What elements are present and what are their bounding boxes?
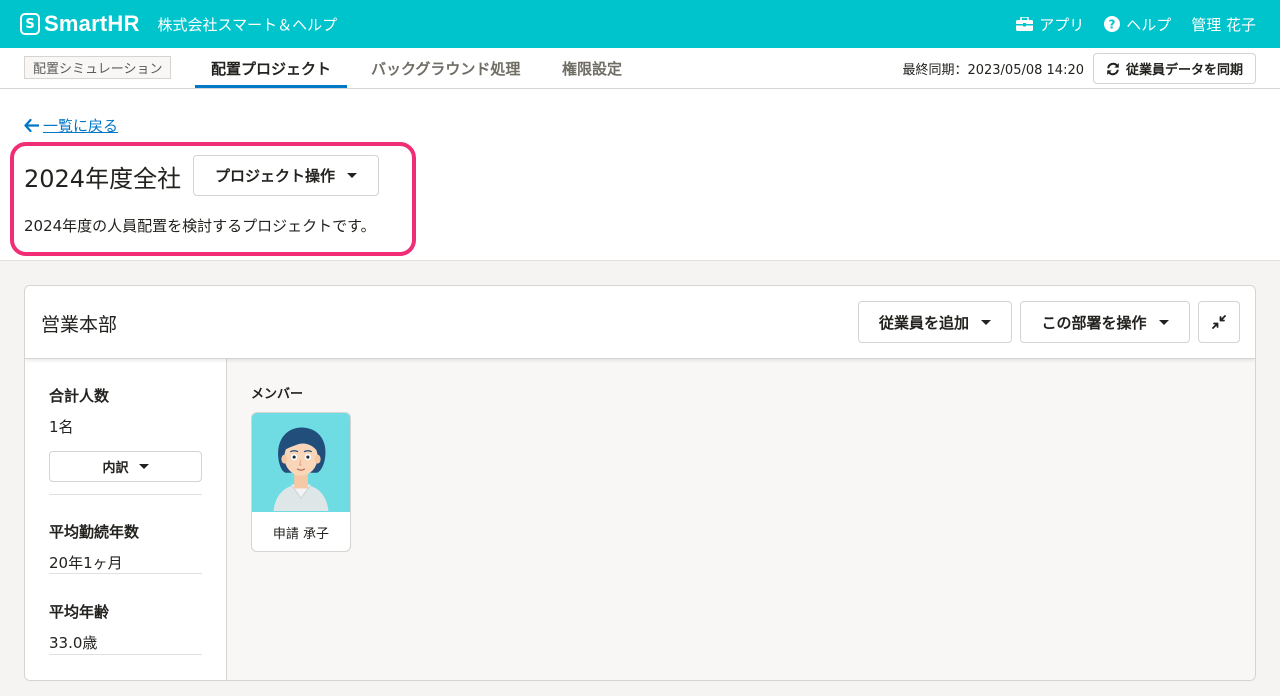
help-label: ヘルプ: [1126, 15, 1172, 34]
stat-label: 平均勤続年数: [49, 523, 140, 541]
stat-average-tenure: 平均勤続年数 20年1ヶ月: [49, 521, 202, 574]
member-name: 申請 承子: [272, 526, 330, 542]
project-title: 2024年度全社: [24, 165, 182, 193]
company-name: 株式会社スマート＆ヘルプ: [157, 15, 338, 34]
members-label: メンバー: [251, 387, 304, 402]
breakdown-button[interactable]: 内訳: [49, 451, 202, 482]
breakdown-label: 内訳: [102, 461, 129, 476]
logo-mark-icon: S: [20, 13, 40, 35]
add-employee-button[interactable]: 従業員を追加: [858, 301, 1012, 343]
stat-label: 平均年齢: [49, 603, 110, 621]
project-operation-label: プロジェクト操作: [214, 167, 335, 185]
caret-down-icon: [981, 319, 991, 325]
operate-department-label: この部署を操作: [1041, 313, 1147, 332]
back-link-label: 一覧に戻る: [43, 117, 119, 135]
department-body: 合計人数 1名 内訳 平均勤続年数 20年1ヶ月 平均年齢 33.0歳 メンバー: [25, 359, 1255, 680]
collapse-button[interactable]: [1198, 301, 1240, 343]
app-name-chip: 配置シミュレーション: [24, 56, 172, 79]
help-menu[interactable]: ? ヘルプ: [1104, 14, 1171, 35]
caret-down-icon: [347, 173, 357, 178]
caret-down-icon: [1158, 319, 1169, 325]
avatar: [252, 413, 350, 512]
department-card: 営業本部 従業員を追加 この部署を操作 合計人数 1名 内訳 平均勤続年数 20…: [24, 285, 1256, 681]
app-navbar: 配置シミュレーション 配置プロジェクト バックグラウンド処理 権限設定 最終同期…: [0, 48, 1280, 89]
apps-menu[interactable]: アプリ: [1016, 14, 1084, 35]
add-employee-label: 従業員を追加: [878, 313, 969, 332]
back-to-list-link[interactable]: 一覧に戻る: [24, 115, 118, 136]
stat-value: 33.0歳: [49, 634, 98, 652]
logo-text: SmartHR: [44, 11, 140, 36]
stat-total-headcount: 合計人数 1名 内訳: [49, 385, 202, 495]
sync-employee-data-button[interactable]: 従業員データを同期: [1093, 53, 1256, 84]
user-menu[interactable]: 管理 花子: [1191, 14, 1256, 35]
last-sync-time: 最終同期：2023/05/08 14:20: [902, 62, 1084, 78]
arrow-left-icon: [24, 119, 39, 132]
member-card[interactable]: 申請 承子: [251, 412, 351, 552]
members-area: メンバー 申請 承子: [227, 359, 1255, 680]
toolbox-icon: [1016, 17, 1034, 31]
sync-icon: [1107, 62, 1119, 75]
operate-department-button[interactable]: この部署を操作: [1020, 301, 1190, 343]
caret-down-icon: [138, 464, 149, 469]
stat-value: 20年1ヶ月: [49, 554, 123, 572]
department-stats: 合計人数 1名 内訳 平均勤続年数 20年1ヶ月 平均年齢 33.0歳: [25, 359, 227, 680]
sync-button-label: 従業員データを同期: [1125, 63, 1243, 78]
tab-projects[interactable]: 配置プロジェクト: [194, 48, 348, 88]
tab-permissions[interactable]: 権限設定: [562, 48, 622, 88]
svg-text:?: ?: [1109, 18, 1116, 32]
top-header: S SmartHR 株式会社スマート＆ヘルプ アプリ ? ヘルプ 管理 花子: [0, 0, 1280, 48]
project-header: 一覧に戻る 2024年度全社 プロジェクト操作 2024年度の人員配置を検討する…: [0, 89, 1280, 261]
stat-value: 1名: [49, 418, 74, 436]
apps-label: アプリ: [1039, 15, 1085, 34]
stat-average-age: 平均年齢 33.0歳: [49, 601, 202, 655]
help-icon: ?: [1104, 16, 1121, 32]
project-description: 2024年度の人員配置を検討するプロジェクトです。: [24, 217, 376, 235]
department-name: 営業本部: [41, 314, 118, 336]
tab-background-jobs[interactable]: バックグラウンド処理: [371, 48, 520, 88]
project-operation-button[interactable]: プロジェクト操作: [193, 155, 379, 196]
smarthr-logo[interactable]: S SmartHR: [20, 11, 140, 37]
department-header: 営業本部 従業員を追加 この部署を操作: [25, 286, 1255, 359]
collapse-icon: [1212, 315, 1226, 329]
stat-label: 合計人数: [49, 387, 110, 405]
